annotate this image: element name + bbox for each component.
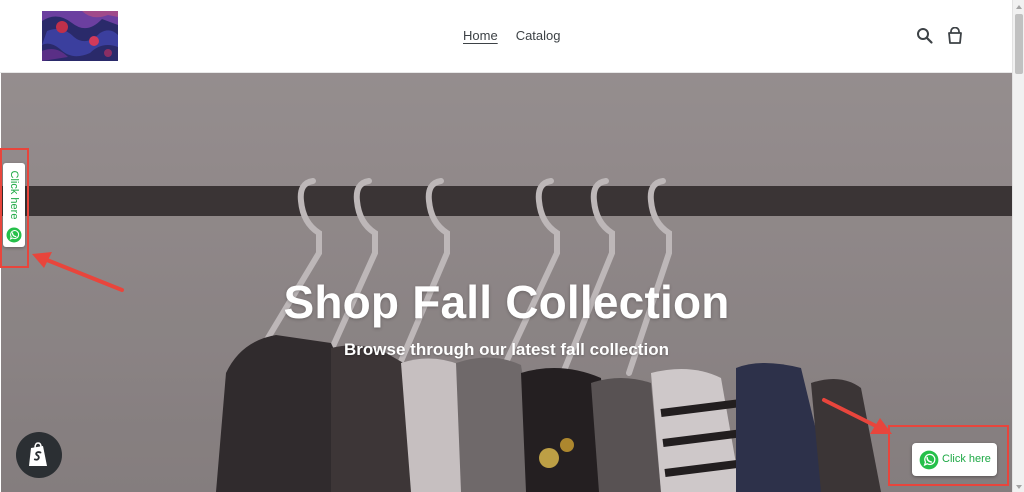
scrollbar-thumb[interactable] — [1015, 14, 1023, 74]
whatsapp-icon — [6, 227, 22, 248]
site-header: Home Catalog — [0, 0, 1012, 73]
main-nav: Home Catalog — [463, 28, 561, 43]
hero-title: Shop Fall Collection — [283, 276, 730, 328]
shopify-icon — [29, 442, 47, 466]
nav-link-catalog[interactable]: Catalog — [516, 28, 561, 43]
cart-icon[interactable] — [946, 26, 964, 45]
whatsapp-floating-button[interactable]: Click here — [912, 443, 997, 476]
hero-subtitle: Browse through our latest fall collectio… — [344, 340, 669, 359]
search-icon[interactable] — [916, 27, 934, 45]
scroll-down-arrow-icon[interactable] — [1013, 480, 1024, 492]
whatsapp-icon — [919, 450, 939, 475]
page-scrollbar[interactable] — [1012, 0, 1024, 492]
whatsapp-side-button[interactable]: Click here — [3, 163, 25, 247]
nav-link-home[interactable]: Home — [463, 28, 498, 43]
hero-banner[interactable]: Shop Fall Collection Browse through our … — [1, 73, 1012, 492]
scroll-up-arrow-icon[interactable] — [1013, 0, 1024, 12]
whatsapp-side-button-label: Click here — [8, 170, 20, 220]
shopify-badge[interactable] — [16, 432, 62, 478]
whatsapp-floating-button-label: Click here — [942, 453, 991, 465]
store-logo[interactable] — [42, 11, 118, 61]
